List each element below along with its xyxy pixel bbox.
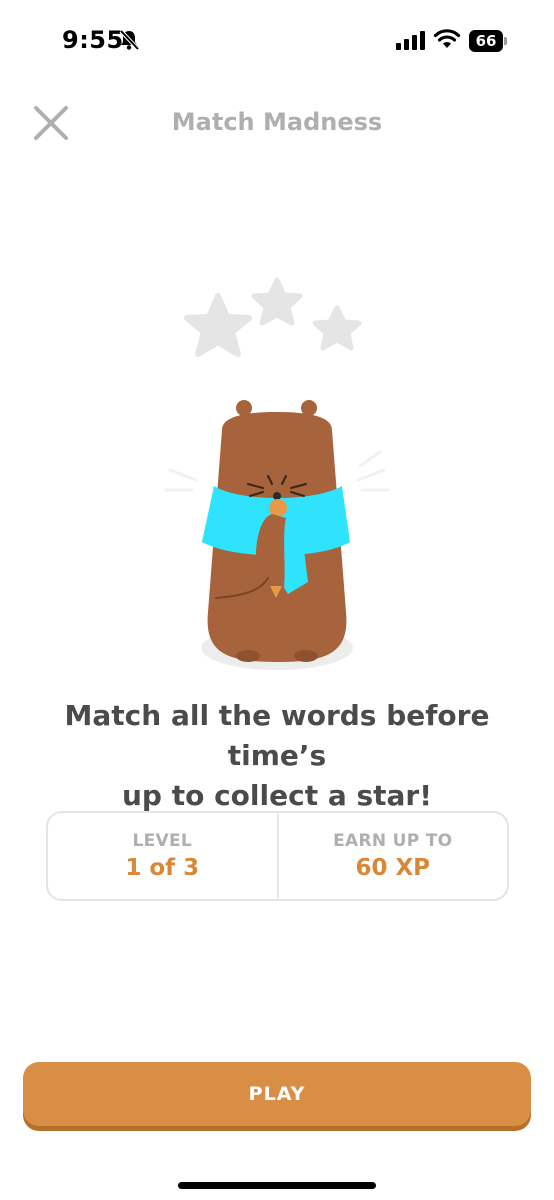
level-info-card: LEVEL 1 of 3 EARN UP TO 60 XP [46, 811, 509, 901]
bell-off-icon [119, 29, 140, 51]
level-label: LEVEL [132, 831, 193, 851]
star-icon [251, 277, 303, 326]
xp-cell: EARN UP TO 60 XP [279, 813, 508, 899]
prompt-line-1: Match all the words before time’s [64, 699, 490, 772]
battery-level: 66 [475, 32, 497, 50]
star-icon [184, 293, 252, 357]
battery-icon: 66 [469, 30, 507, 52]
page-title: Match Madness [171, 108, 383, 136]
xp-value: 60 XP [355, 855, 431, 881]
level-cell: LEVEL 1 of 3 [48, 813, 277, 899]
stars-progress [184, 277, 362, 357]
status-bar: 9:55 66 [0, 0, 554, 84]
prompt-text: Match all the words before time’s up to … [20, 696, 534, 816]
status-time: 9:55 [62, 26, 124, 54]
star-icon [312, 305, 362, 351]
play-button-label: PLAY [248, 1083, 306, 1105]
prompt-line-2: up to collect a star! [121, 779, 432, 812]
level-value: 1 of 3 [125, 855, 200, 881]
wifi-icon [433, 29, 461, 48]
signal-icon [396, 30, 425, 50]
play-button[interactable]: PLAY [23, 1062, 531, 1126]
xp-label: EARN UP TO [333, 831, 453, 851]
hamster-mascot-illustration [164, 400, 390, 670]
home-indicator[interactable] [178, 1182, 376, 1189]
